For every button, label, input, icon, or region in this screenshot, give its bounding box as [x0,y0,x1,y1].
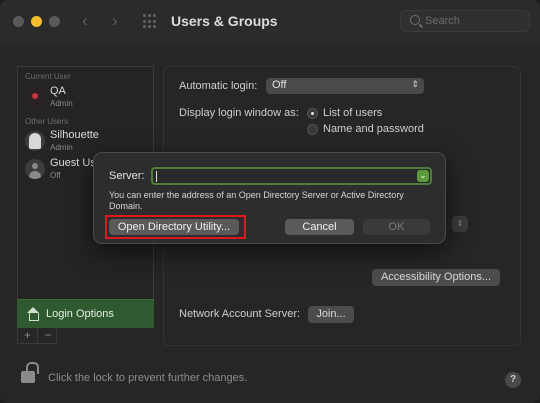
avatar [25,131,45,151]
login-options-item[interactable]: Login Options [17,299,154,328]
search-icon [410,15,420,25]
open-directory-utility-button[interactable]: Open Directory Utility... [109,219,239,235]
ok-button[interactable]: OK [363,219,430,235]
option-name-and-password: Name and password [323,123,424,135]
cancel-button[interactable]: Cancel [285,219,354,235]
automatic-login-label: Automatic login: [179,80,258,92]
user-name: Silhouette [50,129,99,141]
forward-arrow-icon[interactable]: › [112,11,118,31]
display-login-label: Display login window as: [179,107,299,119]
current-user-header: Current User [25,72,71,81]
chevron-updown-icon[interactable]: ⇕ [452,216,468,232]
option-list-of-users: List of users [323,107,383,119]
close-window-button[interactable] [13,16,24,27]
login-options-label: Login Options [46,308,114,320]
network-account-label: Network Account Server: [179,308,301,320]
user-name: QA [50,85,66,97]
back-arrow-icon[interactable]: ‹ [82,11,88,31]
search-field[interactable]: Search [400,10,530,32]
automatic-login-popup[interactable]: Off ⇕ [266,78,424,94]
text-caret [156,171,157,182]
show-all-grid-icon[interactable] [143,14,158,29]
chevron-down-icon[interactable]: ⌄ [417,170,429,182]
user-role: Admin [50,143,73,152]
add-user-button[interactable]: + [18,328,38,343]
minimize-window-button[interactable] [31,16,42,27]
window-title: Users & Groups [171,13,278,29]
server-hint-text: You can enter the address of an Open Dir… [109,190,404,211]
remove-user-button[interactable]: − [38,328,58,343]
title-bar: ‹ › Users & Groups Search [0,0,540,44]
automatic-login-value: Off [272,79,287,91]
radio-list-of-users[interactable] [307,108,318,119]
search-placeholder: Search [425,15,460,27]
lock-icon[interactable] [21,362,39,384]
add-remove-controls: + − [17,328,57,344]
join-button[interactable]: Join... [308,306,354,323]
avatar [25,159,45,179]
avatar [25,87,45,107]
accessibility-options-button[interactable]: Accessibility Options... [372,269,500,286]
house-icon [26,307,40,321]
user-role: Admin [50,99,73,108]
user-item-silhouette[interactable]: Silhouette Admin [23,127,153,155]
user-role: Off [50,171,61,180]
radio-name-and-password[interactable] [307,124,318,135]
help-button[interactable]: ? [505,372,521,388]
lock-message: Click the lock to prevent further change… [48,372,248,384]
users-groups-window: ‹ › Users & Groups Search Current User Q… [0,0,540,403]
server-input[interactable]: ⌄ [151,167,432,185]
user-item-qa[interactable]: QA Admin [23,83,153,111]
server-label: Server: [109,170,145,182]
other-users-header: Other Users [25,117,69,126]
chevron-updown-icon: ⇕ [411,79,419,89]
zoom-window-button[interactable] [49,16,60,27]
network-server-dialog: Server: ⌄ You can enter the address of a… [93,152,446,244]
